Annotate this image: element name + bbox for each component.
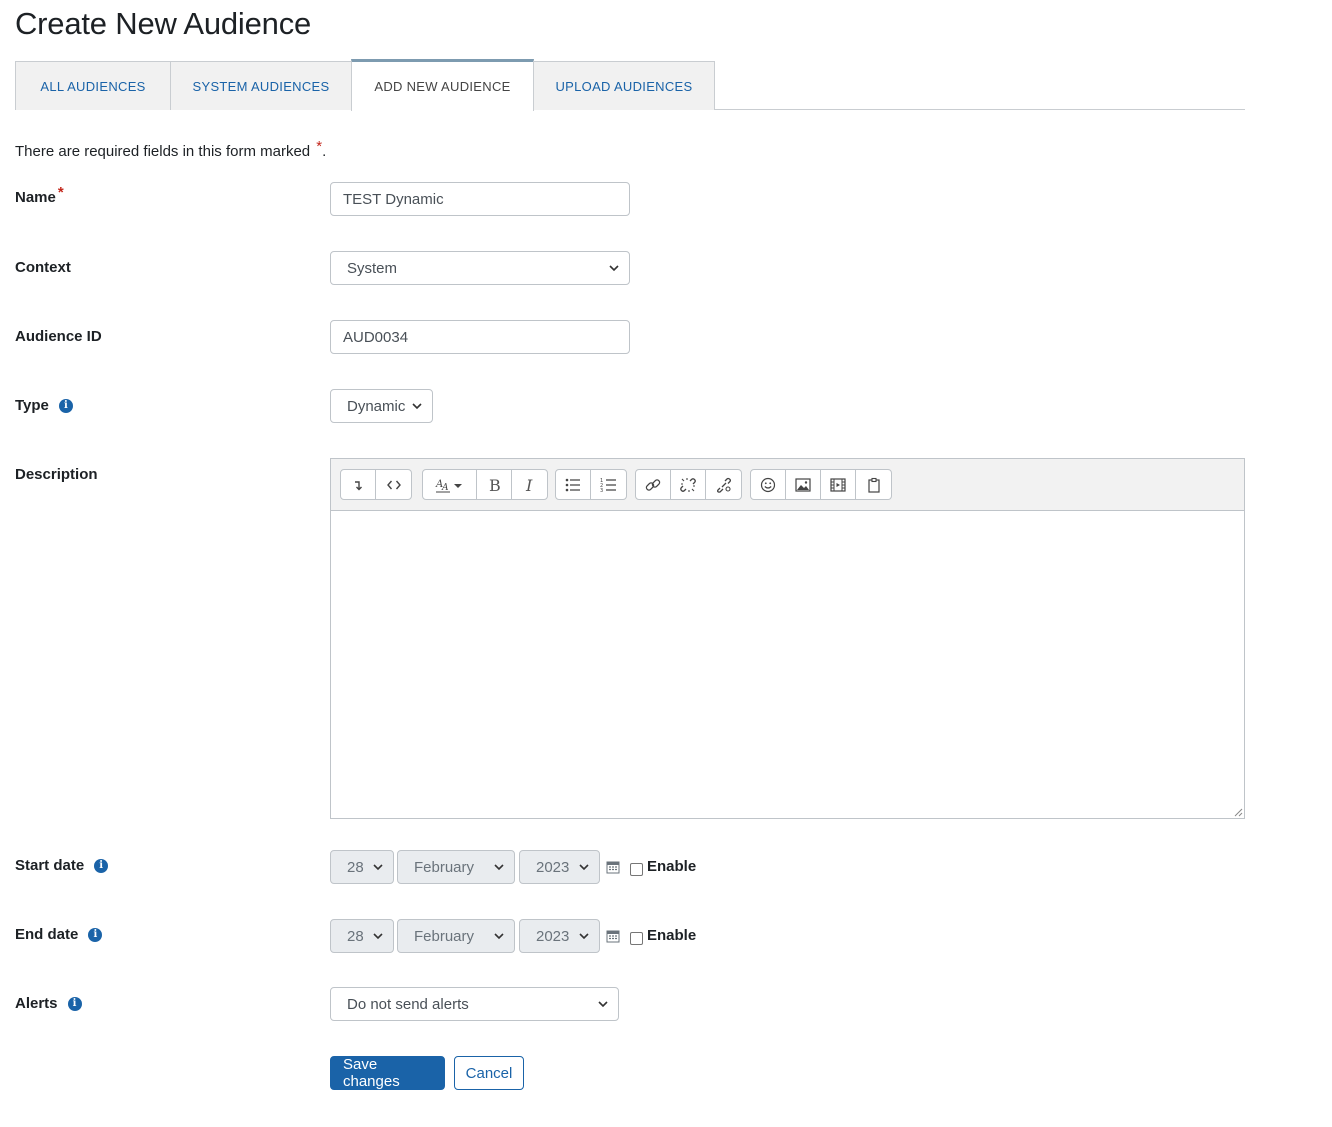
chevron-down-icon [579, 864, 589, 871]
end-date-year-select[interactable]: 2023 [519, 919, 600, 953]
chevron-down-icon [598, 1001, 608, 1008]
chevron-down-icon [494, 864, 504, 871]
end-date-day-select[interactable]: 28 [330, 919, 394, 953]
description-editor: AA B I 123 [330, 458, 1245, 819]
toolbar-group-insert [750, 469, 892, 500]
audience-id-label: Audience ID [15, 328, 102, 345]
required-star-icon: * [316, 138, 323, 155]
toolbar-group-links [635, 469, 742, 500]
editor-toolbar: AA B I 123 [331, 459, 1244, 511]
save-changes-button[interactable]: Save changes [330, 1056, 445, 1090]
alerts-label: Alerts i [15, 995, 82, 1012]
italic-icon[interactable]: I [512, 470, 547, 499]
link-icon[interactable] [636, 470, 671, 499]
alerts-label-text: Alerts [15, 995, 58, 1012]
description-label-text: Description [15, 466, 98, 483]
type-label-text: Type [15, 397, 49, 414]
start-date-label: Start date i [15, 857, 109, 874]
resize-grip-icon[interactable] [1233, 807, 1243, 817]
start-date-enable-label: Enable [647, 858, 697, 875]
info-icon[interactable]: i [88, 927, 103, 942]
info-icon[interactable]: i [67, 996, 82, 1011]
manage-files-icon[interactable] [706, 470, 741, 499]
required-fields-note: There are required fields in this form m… [15, 138, 327, 160]
start-date-day-select[interactable]: 28 [330, 850, 394, 884]
alerts-select[interactable]: Do not send alerts [330, 987, 619, 1021]
toolbar-group-format: AA B I [422, 469, 548, 500]
required-note-end: . [322, 143, 327, 160]
chevron-down-icon [494, 933, 504, 940]
type-select[interactable]: Dynamic [330, 389, 433, 423]
start-date-label-text: Start date [15, 857, 85, 874]
end-date-year-value: 2023 [536, 927, 570, 945]
start-date-year-select[interactable]: 2023 [519, 850, 600, 884]
start-date-day-value: 28 [347, 858, 364, 876]
end-date-enable-checkbox[interactable] [630, 932, 643, 945]
paste-icon[interactable] [856, 470, 891, 499]
tab-bar: ALL AUDIENCES SYSTEM AUDIENCES ADD NEW A… [15, 59, 1245, 111]
unordered-list-icon[interactable] [556, 470, 591, 499]
chevron-down-icon [579, 933, 589, 940]
context-label: Context [15, 259, 71, 276]
calendar-icon[interactable] [606, 860, 620, 874]
chevron-down-icon [609, 265, 619, 272]
context-select-value: System [347, 259, 398, 277]
svg-text:I: I [525, 476, 533, 494]
emoji-icon[interactable] [751, 470, 786, 499]
audience-id-input[interactable]: AUD0034 [330, 320, 630, 354]
unlink-icon[interactable] [671, 470, 706, 499]
font-style-icon[interactable]: AA [423, 470, 477, 499]
toolbar-group-lists: 123 [555, 469, 627, 500]
html-icon[interactable] [376, 470, 411, 499]
audience-id-label-text: Audience ID [15, 328, 102, 345]
end-date-label: End date i [15, 926, 103, 943]
page-title: Create New Audience [15, 6, 312, 41]
name-label: Name * [15, 184, 64, 206]
start-date-enable-checkbox[interactable] [630, 863, 643, 876]
tab-add-new-audience[interactable]: ADD NEW AUDIENCE [351, 59, 534, 111]
required-star-icon: * [57, 184, 64, 201]
tab-all-audiences[interactable]: ALL AUDIENCES [15, 61, 171, 110]
chevron-down-icon [373, 933, 383, 940]
chevron-down-icon [412, 403, 422, 410]
context-select[interactable]: System [330, 251, 630, 285]
ordered-list-icon[interactable]: 123 [591, 470, 626, 499]
svg-text:B: B [489, 476, 501, 494]
required-note-text: There are required fields in this form m… [15, 143, 311, 160]
calendar-icon[interactable] [606, 929, 620, 943]
end-date-enable-label: Enable [647, 927, 697, 944]
end-date-month-select[interactable]: February [397, 919, 515, 953]
chevron-down-icon [373, 864, 383, 871]
info-icon[interactable]: i [58, 398, 73, 413]
tab-upload-audiences[interactable]: UPLOAD AUDIENCES [533, 61, 715, 110]
start-date-month-select[interactable]: February [397, 850, 515, 884]
media-icon[interactable] [821, 470, 856, 499]
end-date-day-value: 28 [347, 927, 364, 945]
type-label: Type i [15, 397, 73, 414]
context-label-text: Context [15, 259, 71, 276]
description-label: Description [15, 466, 98, 483]
name-label-text: Name [15, 189, 56, 206]
image-icon[interactable] [786, 470, 821, 499]
toolbar-group-view [340, 469, 412, 500]
name-input[interactable]: TEST Dynamic [330, 182, 630, 216]
cancel-button[interactable]: Cancel [454, 1056, 524, 1090]
end-date-label-text: End date [15, 926, 79, 943]
start-date-month-value: February [414, 858, 475, 876]
end-date-month-value: February [414, 927, 475, 945]
type-select-value: Dynamic [347, 397, 406, 415]
svg-text:3: 3 [600, 488, 603, 494]
description-textarea[interactable] [331, 511, 1244, 818]
alerts-select-value: Do not send alerts [347, 995, 469, 1013]
start-date-year-value: 2023 [536, 858, 570, 876]
collapse-icon[interactable] [341, 470, 376, 499]
bold-icon[interactable]: B [477, 470, 512, 499]
tab-system-audiences[interactable]: SYSTEM AUDIENCES [170, 61, 352, 110]
info-icon[interactable]: i [94, 858, 109, 873]
